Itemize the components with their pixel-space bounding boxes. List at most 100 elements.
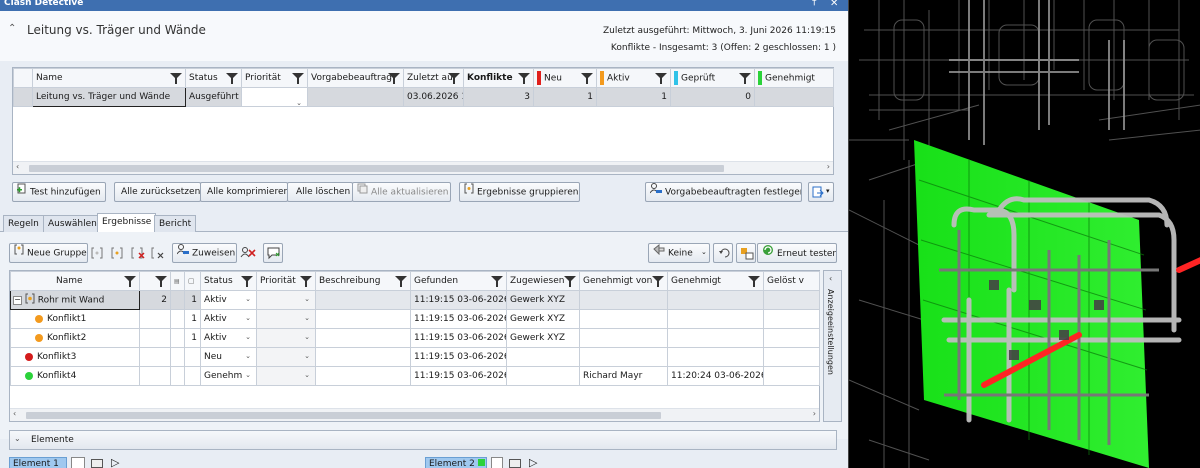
- col-conflicts[interactable]: Konflikte: [463, 68, 534, 88]
- filter-icon[interactable]: [739, 73, 751, 84]
- clash-name-cell[interactable]: Konflikt1: [10, 309, 140, 329]
- clash-3d-scene[interactable]: [849, 0, 1200, 468]
- unassign-icon[interactable]: [240, 246, 256, 262]
- col-status[interactable]: Status: [185, 68, 242, 88]
- element2-view-icon[interactable]: [509, 459, 521, 468]
- filter-clashes-button[interactable]: [736, 243, 756, 263]
- filter-icon[interactable]: [655, 73, 667, 84]
- description-cell[interactable]: [315, 290, 411, 310]
- set-assignee-button[interactable]: Vorgabebeauftragten festlegen: [645, 182, 802, 202]
- status-select[interactable]: Aktiv ⌄: [200, 328, 257, 348]
- filter-icon[interactable]: [388, 73, 400, 84]
- clash-name-cell[interactable]: Konflikt3: [10, 347, 140, 367]
- close-icon[interactable]: ✕: [830, 0, 838, 9]
- table-row[interactable]: − Rohr mit Wand 2 1 Aktiv ⌄ ⌄ 11:19:15 03…: [10, 290, 820, 310]
- col-name[interactable]: Name: [32, 68, 186, 88]
- collapse-icon[interactable]: −: [13, 295, 22, 305]
- status-select[interactable]: Neu ⌄: [200, 347, 257, 367]
- chevron-left-icon[interactable]: ‹: [829, 274, 832, 283]
- col-name[interactable]: Name: [10, 271, 140, 291]
- assign-button[interactable]: Zuweisen: [172, 243, 237, 263]
- priority-select[interactable]: ⌄: [256, 290, 316, 310]
- delete-all-button[interactable]: Alle löschen: [287, 182, 353, 202]
- filter-icon[interactable]: [155, 276, 167, 287]
- export-dropdown-button[interactable]: ▾: [808, 182, 834, 202]
- col-approved[interactable]: Genehmigt: [754, 68, 834, 88]
- col-assignee[interactable]: Vorgabebeauftrag: [307, 68, 404, 88]
- scroll-thumb[interactable]: [29, 165, 724, 172]
- 3d-viewport[interactable]: [848, 0, 1200, 468]
- col-approved-by[interactable]: Genehmigt von: [579, 271, 668, 291]
- horizontal-scrollbar[interactable]: ‹ ›: [10, 408, 819, 421]
- update-all-button[interactable]: Alle aktualisieren: [352, 182, 451, 202]
- display-settings-panel[interactable]: ‹ Anzeigeeinstellungen: [823, 270, 842, 422]
- table-row[interactable]: Konflikt3 Neu ⌄ ⌄ 11:19:15 03-06-2026: [10, 347, 820, 367]
- col-description[interactable]: Beschreibung: [315, 271, 411, 291]
- col-resolved[interactable]: Gelöst v: [763, 271, 820, 291]
- elements-section[interactable]: ⌄ Elemente: [9, 430, 837, 450]
- test-row[interactable]: Leitung vs. Träger und Wände Ausgeführt …: [13, 87, 834, 107]
- table-row[interactable]: Konflikt1 1 Aktiv ⌄ ⌄ 11:19:15 03-06-2026…: [10, 309, 820, 329]
- status-select[interactable]: Aktiv ⌄: [200, 290, 257, 310]
- chevron-down-icon[interactable]: ⌄: [296, 99, 302, 106]
- col-image[interactable]: ▤: [170, 271, 185, 291]
- remove-from-group-icon[interactable]: [131, 247, 145, 262]
- element1-tool-icon[interactable]: [71, 457, 85, 468]
- pin-icon[interactable]: †: [812, 0, 817, 8]
- rerun-test-button[interactable]: Erneut testen: [757, 243, 837, 263]
- col-found[interactable]: Gefunden: [410, 271, 507, 291]
- scroll-left-icon[interactable]: ‹: [13, 409, 16, 418]
- undo-button[interactable]: [713, 243, 733, 263]
- add-comment-button[interactable]: [263, 243, 283, 263]
- priority-select[interactable]: ⌄: [256, 347, 316, 367]
- filter-icon[interactable]: [292, 73, 304, 84]
- priority-select[interactable]: ⌄: [256, 309, 316, 329]
- explode-group-icon[interactable]: [111, 247, 123, 262]
- filter-icon[interactable]: [124, 276, 136, 287]
- clash-name-cell[interactable]: Konflikt2: [10, 328, 140, 348]
- tab-results[interactable]: Ergebnisse: [97, 213, 157, 232]
- group-tool-icon[interactable]: [91, 247, 103, 262]
- reset-all-button[interactable]: Alle zurücksetzen: [114, 182, 201, 202]
- element2-tab[interactable]: Element 2: [425, 457, 487, 468]
- test-priority-cell[interactable]: ⌄: [241, 87, 308, 107]
- col-count[interactable]: [139, 271, 171, 291]
- scroll-right-icon[interactable]: ›: [827, 162, 830, 171]
- filter-icon[interactable]: [300, 276, 312, 287]
- status-select[interactable]: Genehm ⌄: [200, 366, 257, 386]
- filter-icon[interactable]: [395, 276, 407, 287]
- priority-select[interactable]: ⌄: [256, 328, 316, 348]
- element1-tab[interactable]: Element 1: [9, 457, 67, 468]
- element1-select-icon[interactable]: ▷: [111, 456, 119, 468]
- col-last-run[interactable]: Zuletzt au: [403, 68, 464, 88]
- group-results-button[interactable]: Ergebnisse gruppieren: [459, 182, 580, 202]
- priority-select[interactable]: ⌄: [256, 366, 316, 386]
- highlight-none-dropdown[interactable]: Keine ⌄: [648, 243, 710, 263]
- element2-tool-icon[interactable]: [491, 457, 503, 468]
- filter-icon[interactable]: [241, 276, 253, 287]
- compact-all-button[interactable]: Alle komprimieren: [200, 182, 288, 202]
- filter-icon[interactable]: [518, 73, 530, 84]
- add-test-button[interactable]: Test hinzufügen: [12, 182, 106, 202]
- col-priority[interactable]: Priorität: [256, 271, 316, 291]
- delete-group-icon[interactable]: [151, 247, 165, 262]
- filter-icon[interactable]: [226, 73, 238, 84]
- clash-name-cell[interactable]: Konflikt4: [10, 366, 140, 386]
- col-approved[interactable]: Genehmigt: [667, 271, 764, 291]
- description-cell[interactable]: [315, 366, 411, 386]
- col-reviewed[interactable]: Geprüft: [670, 68, 755, 88]
- scroll-left-icon[interactable]: ‹: [16, 162, 19, 171]
- scroll-thumb[interactable]: [26, 412, 661, 419]
- horizontal-scrollbar[interactable]: ‹ ›: [13, 161, 833, 174]
- table-row[interactable]: Konflikt2 1 Aktiv ⌄ ⌄ 11:19:15 03-06-2026…: [10, 328, 820, 348]
- filter-icon[interactable]: [748, 276, 760, 287]
- filter-icon[interactable]: [564, 276, 576, 287]
- table-row[interactable]: Konflikt4 Genehm ⌄ ⌄ 11:19:15 03-06-2026 …: [10, 366, 820, 386]
- col-assigned[interactable]: Zugewiesen: [506, 271, 580, 291]
- row-selector[interactable]: [13, 87, 33, 107]
- filter-icon[interactable]: [652, 276, 664, 287]
- tab-rules[interactable]: Regeln: [3, 215, 44, 232]
- description-cell[interactable]: [315, 328, 411, 348]
- tab-select[interactable]: Auswählen: [43, 215, 102, 232]
- chevron-up-icon[interactable]: ⌃: [8, 23, 16, 34]
